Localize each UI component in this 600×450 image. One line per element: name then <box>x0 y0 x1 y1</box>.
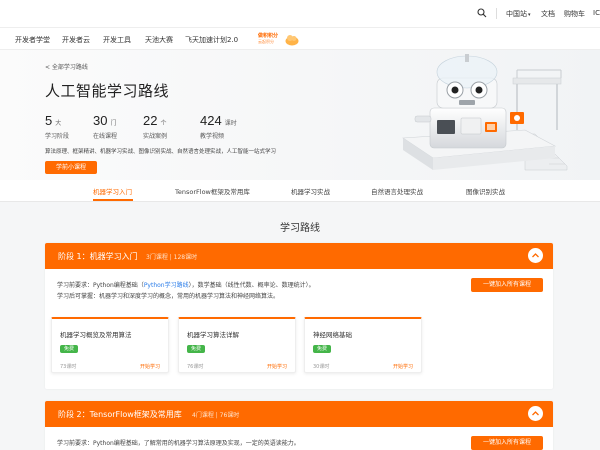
promo-title: 做积积分 <box>258 33 279 39</box>
stat-number: 30 <box>93 113 108 128</box>
learning-goal-text: 学习后可掌握：机器学习和深度学习的概念，常用的机器学习算法和神经网络算法。 <box>57 293 280 300</box>
python-roadmap-link[interactable]: Python学习路线 <box>144 282 189 289</box>
collapse-button[interactable] <box>528 406 543 421</box>
course-card[interactable]: 机器学习算法详解 免费 76课时 开始学习 <box>178 317 296 373</box>
stat-number: 22 <box>143 113 158 128</box>
stat-label: 学习阶段 <box>45 133 70 140</box>
tab-image-recognition[interactable]: 图像识别实战 <box>466 186 505 196</box>
stage-card-2: 阶段 2：TensorFlow框架及常用库 4门课程 | 76课时 学习前要求：… <box>45 401 553 450</box>
search-icon[interactable] <box>477 8 487 18</box>
hero-description: 算法原理、框架精讲、机器学习实战、图像识别实战、自然语言处理实战，人工智能一站式… <box>45 149 277 155</box>
section-title: 学习路线 <box>280 223 320 234</box>
intro-course-button[interactable]: 学前小课程 <box>45 161 97 174</box>
stage-header[interactable]: 阶段 2：TensorFlow框架及常用库 4门课程 | 76课时 <box>45 401 553 427</box>
course-title: 机器学习算法详解 <box>187 331 239 339</box>
cloud-coin-icon <box>285 35 299 46</box>
docs-link[interactable]: 文档 <box>541 9 555 19</box>
collapse-button[interactable] <box>528 248 543 263</box>
stage-title: 阶段 2：TensorFlow框架及常用库 <box>58 410 182 419</box>
region-selector[interactable]: 中国站▾ <box>506 9 531 19</box>
stat-unit: 个 <box>160 120 167 127</box>
stat-unit: 门 <box>110 120 117 127</box>
course-hours: 73课时 <box>60 364 77 370</box>
tab-ml-intro[interactable]: 机器学习入门 <box>93 186 132 196</box>
join-all-courses-button[interactable]: 一键加入所有课程 <box>471 436 543 450</box>
stage-meta: 3门课程 | 128课时 <box>146 254 198 261</box>
stage-tabs: 机器学习入门 TensorFlow框架及常用库 机器学习实战 自然语言处理实战 … <box>0 180 600 202</box>
more-link[interactable]: IC <box>593 9 600 17</box>
course-card[interactable]: 机器学习概览及常用算法 免费 73课时 开始学习 <box>51 317 169 373</box>
stat-label: 教学视频 <box>200 133 225 140</box>
stat-number: 424 <box>200 113 222 128</box>
nav-item-dev-tools[interactable]: 开发工具 <box>103 35 131 45</box>
start-learning-link[interactable]: 开始学习 <box>267 363 287 370</box>
course-title: 机器学习概览及常用算法 <box>60 331 132 339</box>
join-all-courses-button[interactable]: 一键加入所有课程 <box>471 278 543 292</box>
prerequisite-suffix: ），数学基础（线性代数、概率论、数理统计）。 <box>188 282 315 289</box>
stat-videos: 424 课时 教学视频 <box>200 110 237 140</box>
stat-label: 在线课程 <box>93 133 118 140</box>
chevron-up-icon <box>532 411 539 416</box>
top-bar: 中国站▾ 文档 购物车 IC <box>0 0 600 28</box>
page-title: 人工智能学习路线 <box>45 82 170 100</box>
stage-header[interactable]: 阶段 1：机器学习入门 3门课程 | 128课时 <box>45 243 553 269</box>
stat-stages: 5大 学习阶段 <box>45 110 69 140</box>
course-card[interactable]: 神经网络基础 免费 30课时 开始学习 <box>304 317 422 373</box>
divider <box>496 8 497 19</box>
tab-tensorflow[interactable]: TensorFlow框架及常用库 <box>175 186 250 196</box>
nav-item-dev-cloud[interactable]: 开发者云 <box>62 35 90 45</box>
cart-link[interactable]: 购物车 <box>564 9 585 19</box>
stat-label: 实战案例 <box>143 133 168 140</box>
tab-nlp[interactable]: 自然语言处理实战 <box>371 186 423 196</box>
course-hours: 76课时 <box>187 364 204 370</box>
start-learning-link[interactable]: 开始学习 <box>140 363 160 370</box>
course-title: 神经网络基础 <box>313 331 352 339</box>
chevron-up-icon <box>532 253 539 258</box>
stat-courses: 30 门 在线课程 <box>93 110 117 140</box>
promo-subtitle: 云起积分 <box>258 39 274 44</box>
promo-banner[interactable]: 做积积分 云起积分 <box>258 31 300 48</box>
nav-item-acceleration[interactable]: 飞天加速计划2.0 <box>185 35 238 45</box>
stage-title: 阶段 1：机器学习入门 <box>58 252 138 261</box>
active-tab-indicator <box>93 199 133 201</box>
nav-item-tianchi[interactable]: 天池大赛 <box>145 35 173 45</box>
stage-meta: 4门课程 | 76课时 <box>192 412 240 419</box>
prerequisite-text: 学习前要求：Python编程基础（Python学习路线），数学基础（线性代数、概… <box>57 280 315 289</box>
free-badge: 免费 <box>313 345 332 353</box>
main-nav: 开发者学堂 开发者云 开发工具 天池大赛 飞天加速计划2.0 做积积分 云起积分 <box>0 28 600 50</box>
tab-ml-practice[interactable]: 机器学习实战 <box>291 186 330 196</box>
stage-card-1: 阶段 1：机器学习入门 3门课程 | 128课时 学习前要求：Python编程基… <box>45 243 553 389</box>
prerequisite-prefix: 学习前要求：Python编程基础（ <box>57 282 144 289</box>
course-hours: 30课时 <box>313 364 330 370</box>
free-badge: 免费 <box>60 345 79 353</box>
stat-unit: 课时 <box>224 120 237 127</box>
nav-item-academy[interactable]: 开发者学堂 <box>15 35 50 45</box>
stat-unit: 大 <box>55 120 62 127</box>
stat-number: 5 <box>45 113 53 128</box>
back-link[interactable]: < 全部学习路线 <box>45 62 88 71</box>
stat-cases: 22 个 实战案例 <box>143 110 167 140</box>
prerequisite-text: 学习前要求：Python编程基础，了解常用的机器学习算法原理及实现，一定的英语读… <box>57 440 300 447</box>
start-learning-link[interactable]: 开始学习 <box>393 363 413 370</box>
free-badge: 免费 <box>187 345 206 353</box>
chevron-down-icon: ▾ <box>528 12 531 18</box>
robot-illustration <box>402 54 568 171</box>
